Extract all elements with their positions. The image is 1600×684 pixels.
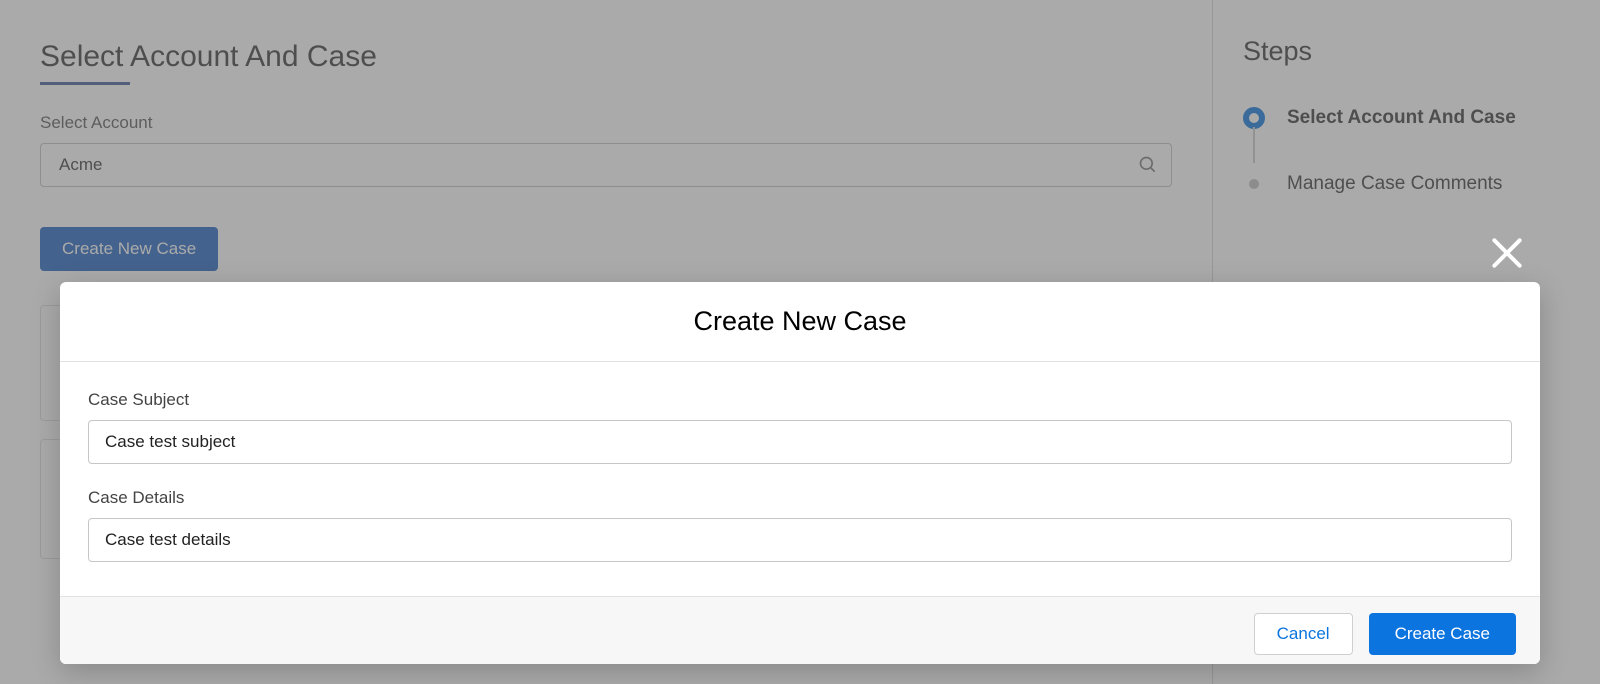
case-details-input[interactable] bbox=[88, 518, 1512, 562]
case-subject-label: Case Subject bbox=[88, 390, 1512, 410]
modal-title: Create New Case bbox=[60, 282, 1540, 362]
create-case-modal: Create New Case Case Subject Case Detail… bbox=[60, 282, 1540, 664]
close-icon[interactable] bbox=[1488, 234, 1526, 272]
case-subject-input[interactable] bbox=[88, 420, 1512, 464]
create-case-button[interactable]: Create Case bbox=[1369, 613, 1516, 655]
case-details-label: Case Details bbox=[88, 488, 1512, 508]
modal-footer: Cancel Create Case bbox=[60, 596, 1540, 664]
cancel-button[interactable]: Cancel bbox=[1254, 613, 1353, 655]
